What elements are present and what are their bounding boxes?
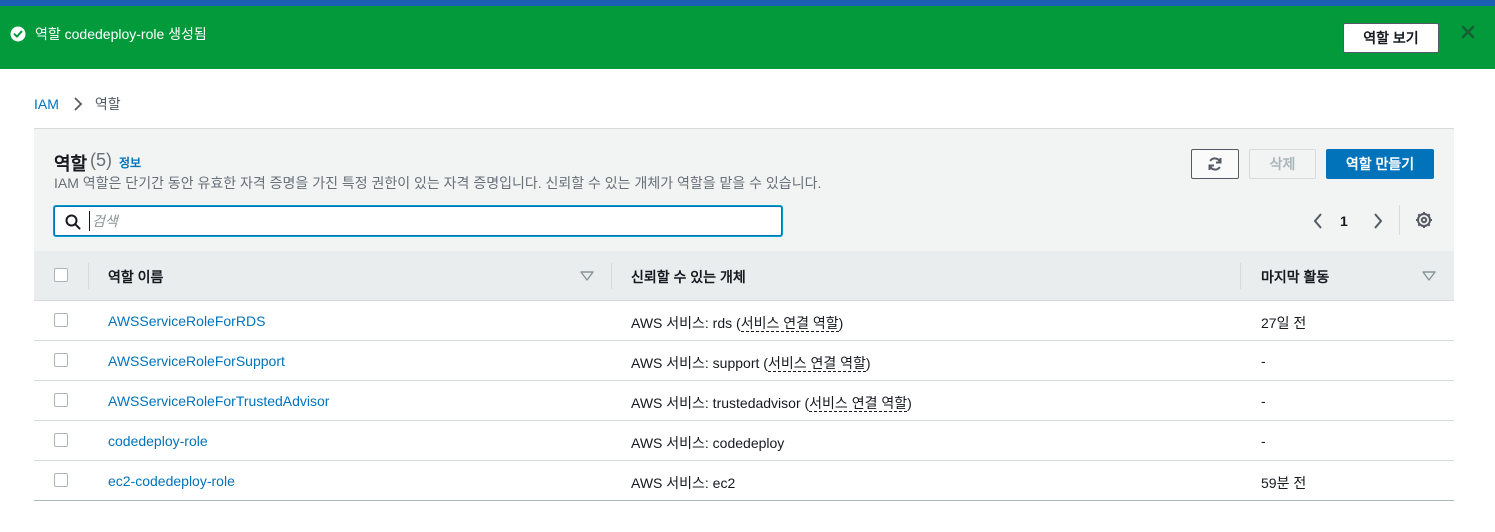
refresh-icon (1208, 157, 1222, 171)
table-row: codedeploy-role AWS 서비스: codedeploy - (34, 421, 1454, 461)
chevron-right-icon (1374, 213, 1383, 229)
trusted-entity-suffix: ) (865, 355, 871, 371)
trusted-entity: AWS 서비스: support (서비스 연결 역할) (631, 353, 871, 373)
search-box (54, 206, 782, 236)
previous-page-button[interactable] (1310, 211, 1326, 231)
role-name-link[interactable]: AWSServiceRoleForRDS (108, 313, 265, 329)
current-page-number[interactable]: 1 (1340, 213, 1348, 229)
trusted-entity: AWS 서비스: codedeploy (631, 435, 785, 451)
create-role-button[interactable]: 역할 만들기 (1326, 149, 1434, 179)
success-flash-banner: 역할 codedeploy-role 생성됨 역할 보기 (0, 6, 1495, 69)
column-header-role-name[interactable]: 역할 이름 (108, 267, 163, 287)
chevron-left-icon (1313, 213, 1322, 229)
trusted-entity: AWS 서비스: ec2 (631, 475, 736, 491)
row-checkbox[interactable] (54, 353, 68, 367)
gear-icon[interactable] (1415, 211, 1433, 229)
breadcrumb-current: 역할 (94, 96, 121, 112)
last-activity: - (1261, 353, 1266, 369)
table-header: 역할 이름 신뢰할 수 있는 개체 마지막 활동 (34, 251, 1454, 301)
flash-message: 역할 codedeploy-role 생성됨 (35, 26, 207, 42)
service-linked-role-link[interactable]: 서비스 연결 역할 (809, 395, 908, 412)
search-input[interactable] (89, 211, 769, 231)
trusted-entity-suffix: ) (907, 395, 912, 411)
sort-down-icon[interactable] (1422, 271, 1436, 281)
trusted-entity-text: AWS 서비스: trustedadvisor ( (631, 395, 810, 411)
select-all-checkbox[interactable] (54, 268, 68, 282)
row-checkbox[interactable] (54, 473, 68, 487)
search-icon (65, 214, 81, 230)
column-divider (1240, 263, 1241, 289)
trusted-entity-suffix: ) (838, 315, 844, 331)
column-divider (88, 263, 89, 289)
trusted-entity: AWS 서비스: trustedadvisor (서비스 연결 역할) (631, 393, 912, 413)
close-icon[interactable] (1460, 24, 1476, 40)
role-name-link[interactable]: codedeploy-role (108, 433, 208, 449)
column-divider (611, 263, 612, 289)
role-name-link[interactable]: AWSServiceRoleForSupport (108, 353, 285, 369)
role-count: (5) (90, 150, 112, 170)
row-checkbox[interactable] (54, 433, 68, 447)
next-page-button[interactable] (1370, 211, 1386, 231)
last-activity: - (1261, 433, 1266, 449)
info-link[interactable]: 정보 (119, 154, 141, 171)
table-row: AWSServiceRoleForSupport AWS 서비스: suppor… (34, 341, 1454, 381)
roles-description: IAM 역할은 단기간 동안 유효한 자격 증명을 가진 특정 권한이 있는 자… (54, 175, 822, 191)
trusted-entity-text: AWS 서비스: rds ( (631, 315, 741, 331)
role-name-link[interactable]: AWSServiceRoleForTrustedAdvisor (108, 393, 329, 409)
column-header-last-activity[interactable]: 마지막 활동 (1261, 267, 1329, 287)
table-row: AWSServiceRoleForRDS AWS 서비스: rds (서비스 연… (34, 301, 1454, 341)
breadcrumb: IAM 역할 (34, 94, 121, 114)
roles-table-container: 역할 (5) 정보 IAM 역할은 단기간 동안 유효한 자격 증명을 가진 특… (34, 128, 1454, 501)
table-row: AWSServiceRoleForTrustedAdvisor AWS 서비스:… (34, 381, 1454, 421)
sort-down-icon[interactable] (580, 271, 594, 281)
last-activity: 27일 전 (1261, 315, 1307, 331)
chevron-right-icon (73, 97, 83, 111)
pager-divider (1399, 205, 1400, 235)
trusted-entity: AWS 서비스: rds (서비스 연결 역할) (631, 313, 843, 333)
roles-header: 역할 (5) 정보 IAM 역할은 단기간 동안 유효한 자격 증명을 가진 특… (34, 129, 1454, 251)
service-linked-role-link[interactable]: 서비스 연결 역할 (767, 355, 866, 372)
column-header-trusted-entity[interactable]: 신뢰할 수 있는 개체 (631, 267, 746, 287)
last-activity: 59분 전 (1261, 475, 1307, 491)
table-row: ec2-codedeploy-role AWS 서비스: ec2 59분 전 (34, 461, 1454, 501)
trusted-entity-text: AWS 서비스: support ( (631, 355, 768, 371)
row-checkbox[interactable] (54, 313, 68, 327)
breadcrumb-iam-link[interactable]: IAM (34, 96, 59, 112)
service-linked-role-link[interactable]: 서비스 연결 역할 (740, 315, 839, 332)
delete-button[interactable]: 삭제 (1249, 149, 1316, 179)
view-role-button[interactable]: 역할 보기 (1343, 23, 1439, 53)
success-check-icon (10, 26, 26, 42)
refresh-button[interactable] (1191, 149, 1239, 179)
role-name-link[interactable]: ec2-codedeploy-role (108, 473, 235, 489)
last-activity: - (1261, 393, 1266, 409)
row-checkbox[interactable] (54, 393, 68, 407)
